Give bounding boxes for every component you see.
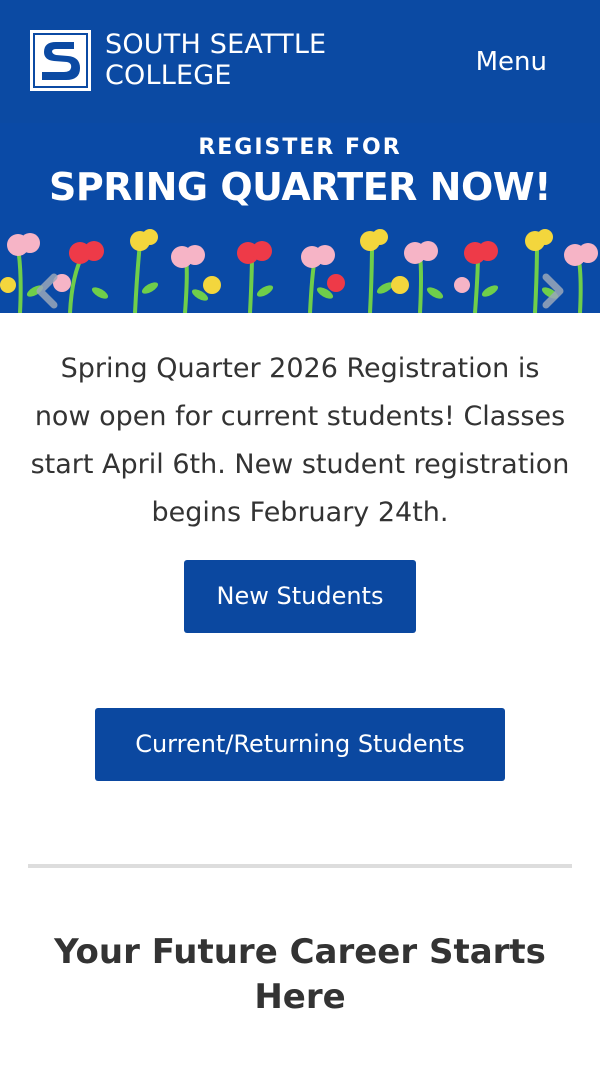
flowers-illustration bbox=[0, 229, 598, 313]
main-content: Spring Quarter 2026 Registration is now … bbox=[0, 313, 600, 1020]
registration-announcement: Spring Quarter 2026 Registration is now … bbox=[30, 353, 570, 528]
college-logo-icon bbox=[30, 29, 91, 91]
banner-kicker: REGISTER FOR bbox=[198, 135, 402, 160]
section-divider bbox=[28, 864, 572, 868]
menu-button[interactable]: Menu bbox=[476, 47, 547, 77]
section-heading: Your Future Career Starts Here bbox=[54, 932, 546, 1017]
site-header: SOUTH SEATTLE COLLEGE Menu bbox=[0, 0, 600, 123]
new-students-button[interactable]: New Students bbox=[184, 560, 416, 633]
college-name-line2: COLLEGE bbox=[105, 60, 232, 91]
college-logo-link[interactable]: SOUTH SEATTLE COLLEGE bbox=[30, 29, 326, 91]
hero-carousel: REGISTER FOR SPRING QUARTER NOW! bbox=[0, 123, 600, 313]
chevron-left-icon bbox=[36, 273, 58, 309]
carousel-next-button[interactable] bbox=[532, 271, 572, 311]
current-returning-students-button[interactable]: Current/Returning Students bbox=[95, 708, 505, 781]
banner-title: SPRING QUARTER NOW! bbox=[48, 165, 552, 209]
college-name: SOUTH SEATTLE COLLEGE bbox=[105, 29, 326, 91]
carousel-prev-button[interactable] bbox=[28, 271, 68, 311]
college-name-line1: SOUTH SEATTLE bbox=[105, 29, 327, 60]
chevron-right-icon bbox=[542, 273, 564, 309]
